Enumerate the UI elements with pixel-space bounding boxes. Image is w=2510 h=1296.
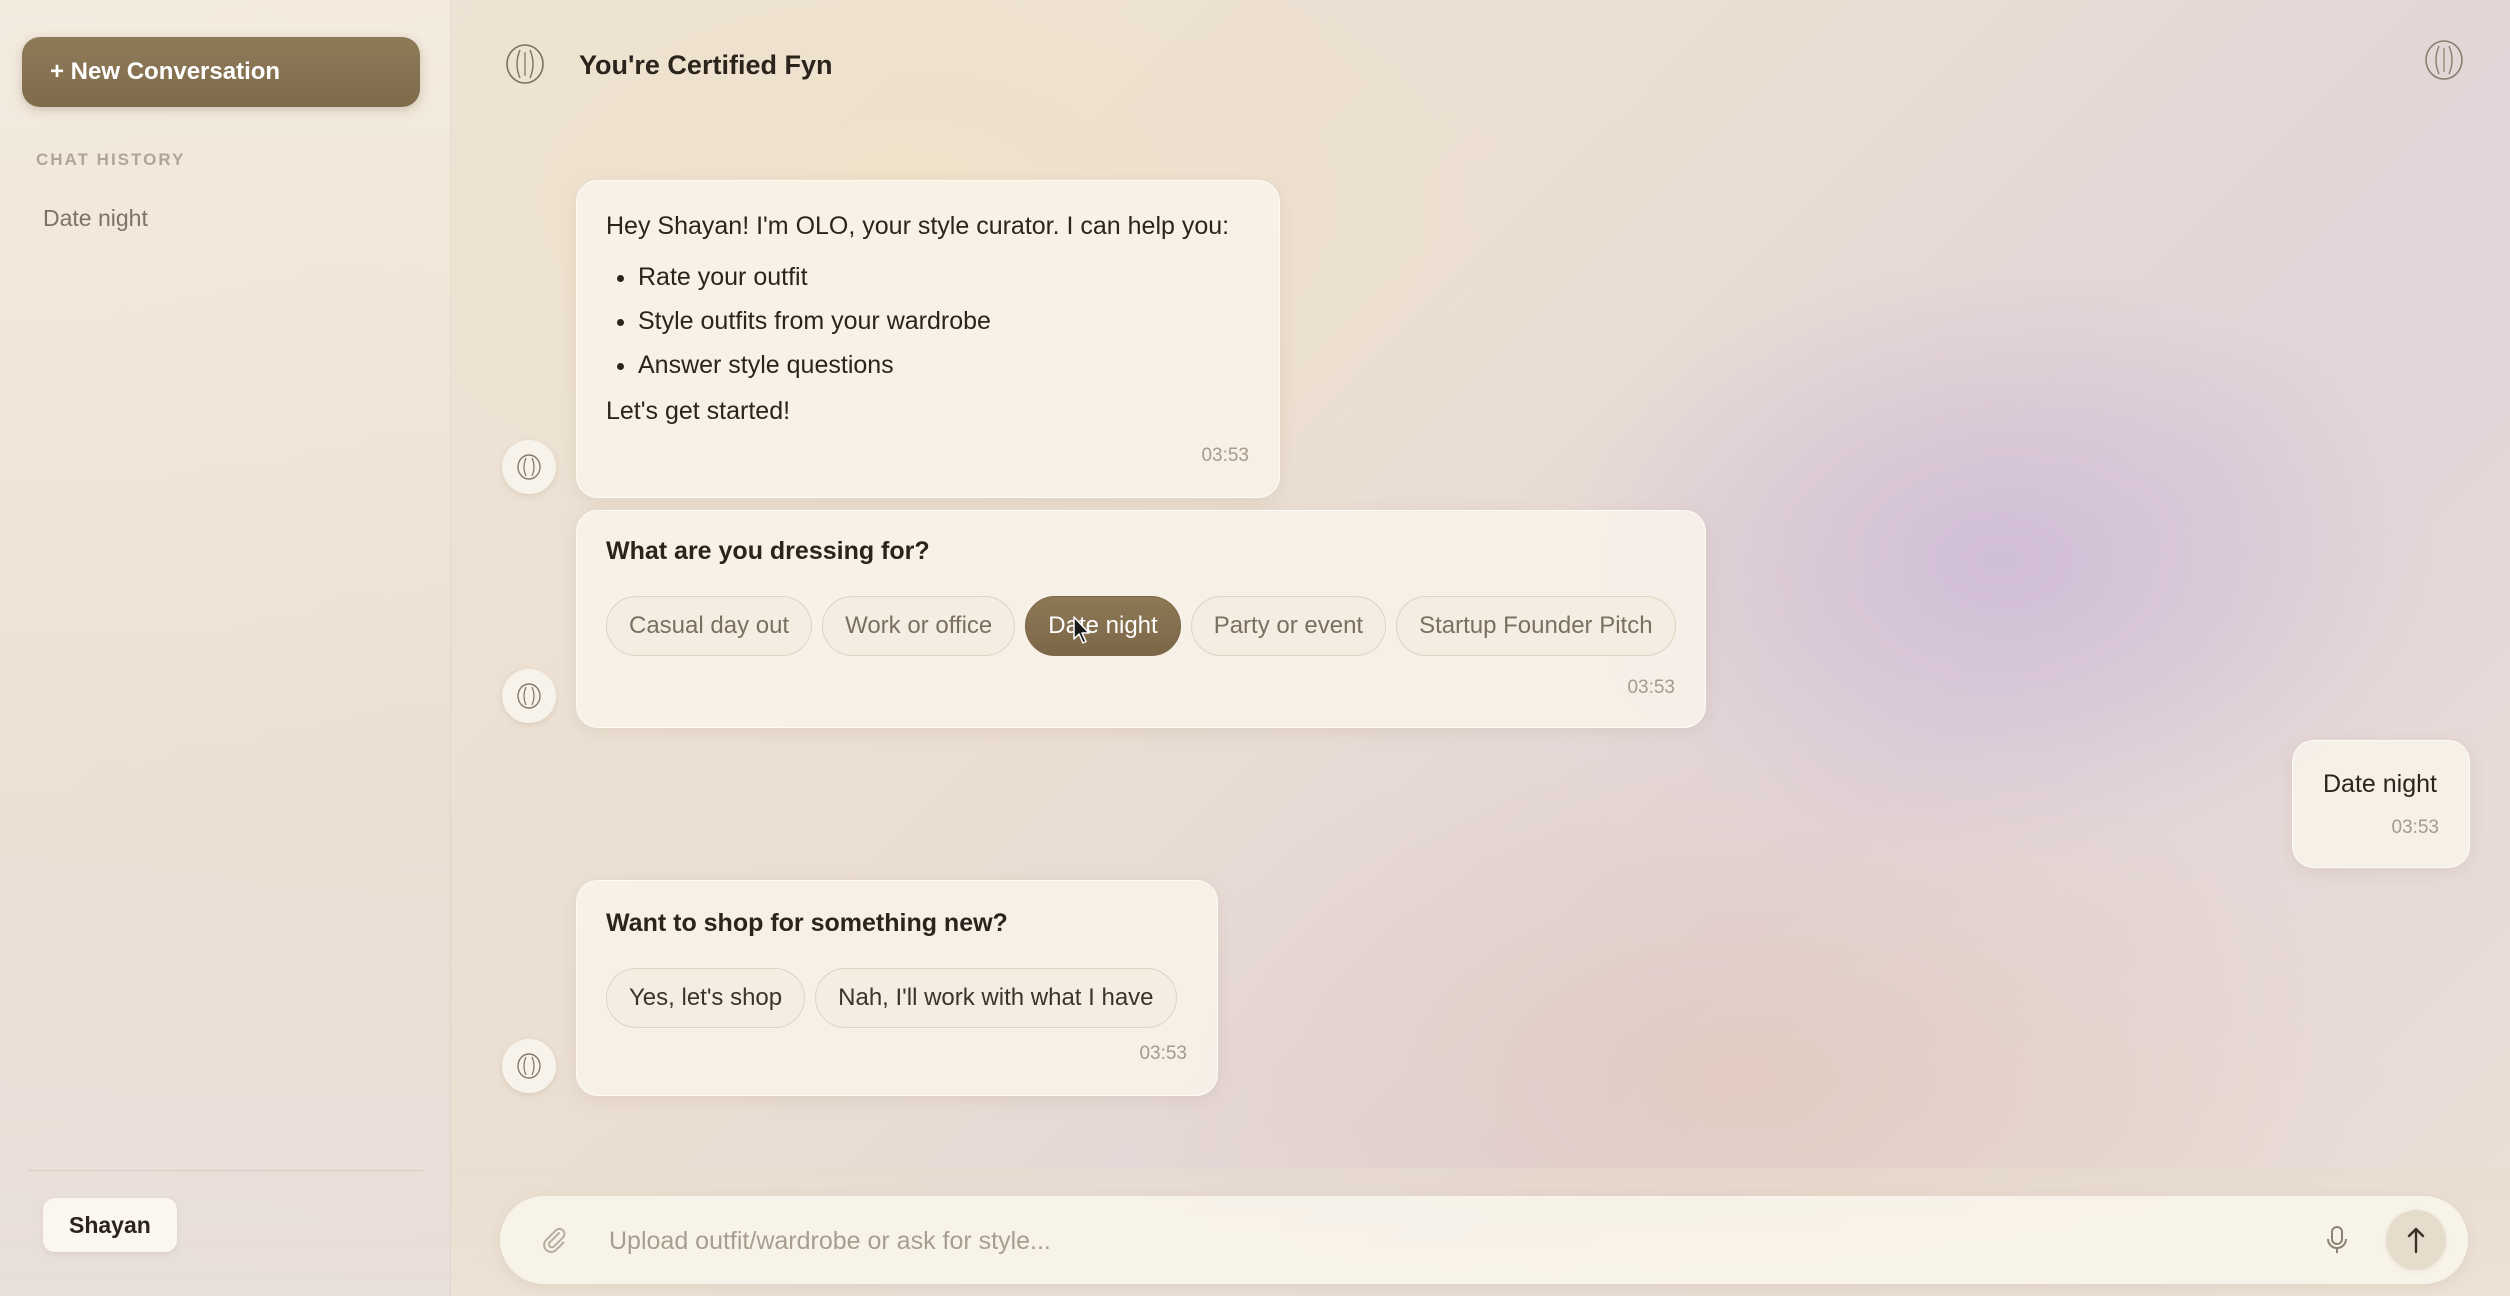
option-casual-day-out[interactable]: Casual day out bbox=[606, 596, 813, 656]
chat-history-title: CHAT HISTORY bbox=[36, 150, 186, 169]
olo-logo-icon bbox=[517, 1053, 541, 1079]
list-item: Style outfits from your wardrobe bbox=[638, 299, 1249, 343]
new-conversation-button[interactable]: + New Conversation bbox=[22, 37, 420, 107]
sidebar: + New Conversation CHAT HISTORY Date nig… bbox=[0, 0, 451, 1296]
microphone-icon[interactable] bbox=[2322, 1224, 2352, 1256]
assistant-avatar bbox=[502, 669, 556, 723]
send-button[interactable] bbox=[2386, 1210, 2446, 1270]
assistant-message-shopping: Want to shop for something new? Yes, let… bbox=[576, 880, 1218, 1096]
message-timestamp: 03:53 bbox=[1627, 677, 1675, 698]
message-text: Hey Shayan! I'm OLO, your style curator.… bbox=[606, 212, 1230, 240]
message-timestamp: 03:53 bbox=[1139, 1043, 1187, 1064]
message-closing: Let's get started! bbox=[606, 397, 791, 425]
list-item: Answer style questions bbox=[638, 343, 1249, 387]
assistant-message-welcome: Hey Shayan! I'm OLO, your style curator.… bbox=[576, 180, 1280, 498]
assistant-avatar bbox=[502, 440, 556, 494]
user-profile-chip[interactable]: Shayan bbox=[43, 1198, 177, 1252]
option-work-or-office[interactable]: Work or office bbox=[822, 596, 1016, 656]
page-title: You're Certified Fyn bbox=[579, 50, 833, 80]
history-item-date-night[interactable]: Date night bbox=[43, 205, 148, 232]
user-message: Date night 03:53 bbox=[2292, 740, 2470, 868]
assistant-message-occasion: What are you dressing for? Casual day ou… bbox=[576, 510, 1706, 728]
paperclip-icon[interactable] bbox=[538, 1224, 570, 1256]
assistant-avatar bbox=[502, 1039, 556, 1093]
occasion-options: Casual day out Work or office Date night… bbox=[606, 596, 1676, 656]
option-work-with-what-i-have[interactable]: Nah, I'll work with what I have bbox=[815, 968, 1177, 1028]
olo-logo-icon bbox=[506, 44, 544, 84]
sidebar-divider bbox=[28, 1170, 423, 1171]
question-text: Want to shop for something new? bbox=[606, 909, 1008, 937]
option-party-or-event[interactable]: Party or event bbox=[1190, 596, 1387, 656]
capabilities-list: Rate your outfit Style outfits from your… bbox=[606, 255, 1249, 387]
option-startup-founder-pitch[interactable]: Startup Founder Pitch bbox=[1396, 596, 1676, 656]
chat-input[interactable] bbox=[607, 1216, 2271, 1266]
list-item: Rate your outfit bbox=[638, 255, 1249, 299]
message-timestamp: 03:53 bbox=[1201, 445, 1249, 466]
question-text: What are you dressing for? bbox=[606, 537, 930, 565]
shopping-options: Yes, let's shop Nah, I'll work with what… bbox=[606, 968, 1187, 1028]
option-yes-shop[interactable]: Yes, let's shop bbox=[606, 968, 806, 1028]
option-date-night[interactable]: Date night bbox=[1025, 596, 1181, 656]
olo-logo-icon bbox=[517, 683, 541, 709]
olo-logo-icon bbox=[517, 454, 541, 480]
message-text: Date night bbox=[2323, 770, 2437, 798]
olo-logo-icon bbox=[2425, 40, 2463, 80]
message-timestamp: 03:53 bbox=[2391, 817, 2439, 838]
arrow-up-icon bbox=[2407, 1227, 2425, 1254]
